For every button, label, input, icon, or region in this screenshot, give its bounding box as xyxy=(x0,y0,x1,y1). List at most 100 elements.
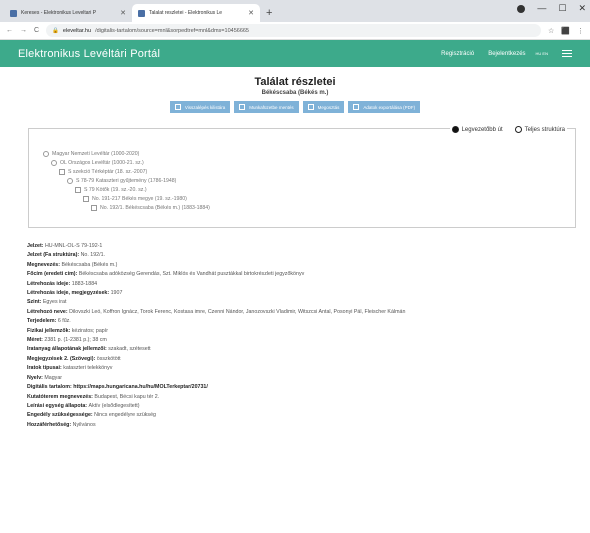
tree-node-label: OL Országos Levéltár (1000-21. sz.) xyxy=(60,159,144,166)
page-title: Találat részletei xyxy=(254,76,336,88)
detail-value: No. 192/1. xyxy=(80,252,106,259)
detail-label: Engedély szükségessége: xyxy=(27,412,95,419)
close-tab-icon[interactable]: ✕ xyxy=(120,9,126,17)
tree-node-label: Magyar Nemzeti Levéltár (1000-2020) xyxy=(52,150,140,157)
collapse-circle-icon[interactable] xyxy=(67,177,73,184)
detail-row: Nyelv: Magyar xyxy=(27,374,577,383)
tree-node[interactable]: S 78-79 Kataszteri gyűjtemény (1786-1948… xyxy=(43,176,210,185)
collapse-circle-icon[interactable] xyxy=(43,150,49,157)
detail-value: 6 fűz. xyxy=(57,318,71,325)
star-icon[interactable]: ☆ xyxy=(548,27,554,35)
detail-label: Digitális tartalom: xyxy=(27,384,74,391)
detail-value: 1907 xyxy=(110,290,123,297)
folder-icon[interactable] xyxy=(91,204,97,211)
language-switch[interactable]: HU EN xyxy=(536,51,548,56)
detail-label: Létrehozás ideje: xyxy=(27,280,72,287)
detail-value: Budapest, Bécsi kapu tér 2. xyxy=(94,393,160,400)
collapse-circle-icon[interactable] xyxy=(51,159,57,166)
radio-lowest-path[interactable]: Legvezetőbb út xyxy=(451,126,503,133)
radio-label: Teljes struktúra xyxy=(524,126,565,133)
maximize-icon[interactable]: ☐ xyxy=(558,3,566,14)
tree-node[interactable]: Magyar Nemzeti Levéltár (1000-2020) xyxy=(43,149,210,158)
detail-value: szakadt, szétesett xyxy=(108,346,151,353)
reload-icon[interactable]: C xyxy=(34,27,39,34)
hierarchy-tree-box: Legvezetőbb út Teljes struktúra Magyar N… xyxy=(28,126,576,228)
close-tab-icon[interactable]: ✕ xyxy=(248,9,254,17)
detail-label: Fizikai jellemzők: xyxy=(27,327,72,334)
hamburger-menu-icon[interactable] xyxy=(562,49,572,58)
url-input[interactable]: 🔒 eleveltar.hu/digitalis-tartalom/source… xyxy=(46,24,541,37)
back-icon[interactable]: ← xyxy=(6,27,13,34)
detail-label: Főcím (eredeti cím): xyxy=(27,271,79,278)
button-label: Adatok exportálása (PDF) xyxy=(363,104,416,110)
detail-row: Létrehozás ideje, megjegyzések: 1907 xyxy=(27,289,577,298)
tree-node[interactable]: S 79 Kötők (19. sz.-20. sz.) xyxy=(43,185,210,194)
save-to-workbook-button[interactable]: Munkafüzetbe mentés xyxy=(234,101,299,113)
share-button[interactable]: Megosztás xyxy=(302,101,345,113)
detail-value: Nyilvános xyxy=(72,421,96,428)
radio-full-structure[interactable]: Teljes struktúra xyxy=(514,126,565,133)
tree-node-label: S 78-79 Kataszteri gyűjtemény (1786-1948… xyxy=(76,177,177,184)
detail-row: Szint: Egyes irat xyxy=(27,298,577,307)
detail-row: Fizikai jellemzők: kéziratos; papír xyxy=(27,327,577,336)
detail-label: Méret: xyxy=(27,337,45,344)
detail-row: Jelzet (Fa struktúra): No. 192/1. xyxy=(27,251,577,260)
profile-icon[interactable] xyxy=(517,5,526,13)
new-tab-icon[interactable]: + xyxy=(260,7,278,22)
tab-label: Kereses - Elektronikus Leveltari P xyxy=(21,10,97,16)
digital-content-link[interactable]: https://maps.hungaricana.hu/hu/MOLTerkep… xyxy=(73,384,208,390)
tree-node[interactable]: No. 192/1. Békéscsaba (Békés m.) (1883-1… xyxy=(43,203,210,212)
export-pdf-button[interactable]: Adatok exportálása (PDF) xyxy=(348,101,421,113)
detail-label: Iratanyag állapotának jellemzői: xyxy=(27,346,109,353)
detail-row: Létrehozás ideje: 1883-1884 xyxy=(27,280,577,289)
folder-icon[interactable] xyxy=(83,195,89,202)
detail-label: Terjedelem: xyxy=(27,318,58,325)
extension-icon[interactable]: ⬛ xyxy=(561,27,570,35)
detail-label: Megnevezés: xyxy=(27,261,62,268)
tree-node[interactable]: No. 191-217 Békés megye (19. sz.-1980) xyxy=(43,194,210,203)
detail-label: Szint: xyxy=(27,299,43,306)
detail-row: Létrehozó neve: Dilovszki Leó, Koffron I… xyxy=(27,308,577,317)
browser-tab-result[interactable]: Talalat reszletei - Elektronikus Le ✕ xyxy=(132,4,260,22)
tree-node-label: No. 192/1. Békéscsaba (Békés m.) (1883-1… xyxy=(100,204,210,211)
detail-value: Egyes irat xyxy=(42,299,67,306)
button-label: Megosztás xyxy=(317,104,340,110)
detail-value: 2381 p. (1-2381 p.); 38 cm xyxy=(44,337,107,344)
record-details: Jelzet: HU-MNL-OL-S 79-192-1 Jelzet (Fa s… xyxy=(27,242,590,430)
folder-icon[interactable] xyxy=(75,186,81,193)
detail-row: Hozzáférhetőség: Nyilvános xyxy=(27,421,577,430)
button-label: Visszalépés kilistára xyxy=(184,104,226,110)
tree-node-label: No. 191-217 Békés megye (19. sz.-1980) xyxy=(92,195,187,202)
share-icon xyxy=(307,104,314,110)
url-path: /digitalis-tartalom/source=mnl&sorpedtre… xyxy=(95,27,249,34)
close-window-icon[interactable]: ✕ xyxy=(578,3,586,14)
minimize-icon[interactable]: — xyxy=(537,3,546,14)
url-domain: eleveltar.hu xyxy=(62,27,92,34)
detail-value: Békéscsaba adóközség Gerendás, Szt. Mikl… xyxy=(78,271,305,278)
detail-row: Iratok típusai: kataszteri telekkönyv xyxy=(27,364,577,373)
detail-label: Kutatóterem megnevezés: xyxy=(27,393,95,400)
menu-dots-icon[interactable]: ⋮ xyxy=(577,27,584,35)
detail-value: Aktív (elsődlegesített) xyxy=(88,402,140,409)
lock-icon: 🔒 xyxy=(52,27,59,34)
detail-row: Iratanyag állapotának jellemzői: szakadt… xyxy=(27,345,577,354)
record-subtitle: Békéscsaba (Békés m.) xyxy=(261,90,329,96)
tree-node[interactable]: OL Országos Levéltár (1000-21. sz.) xyxy=(43,158,210,167)
radio-selected-icon xyxy=(451,126,459,133)
detail-label: Jelzet: xyxy=(27,243,45,249)
browser-tab-bar: Kereses - Elektronikus Leveltari P ✕ Tal… xyxy=(0,0,590,22)
detail-value: 1883-1884 xyxy=(71,280,98,287)
tab-label: Talalat reszletei - Elektronikus Le xyxy=(149,10,223,16)
export-pdf-icon xyxy=(353,104,360,110)
detail-row: Főcím (eredeti cím): Békéscsaba adóközsé… xyxy=(27,270,577,279)
site-brand[interactable]: Elektronikus Levéltári Portál xyxy=(18,48,427,60)
tree-node[interactable]: S szekció Térképtár (18. sz.-2007) xyxy=(43,167,210,176)
back-to-list-button[interactable]: Visszalépés kilistára xyxy=(169,101,231,113)
register-link[interactable]: Regisztráció xyxy=(441,51,474,57)
forward-icon[interactable]: → xyxy=(20,27,27,34)
detail-value: Békéscsaba (Békés m.) xyxy=(61,261,118,268)
browser-tab-search[interactable]: Kereses - Elektronikus Leveltari P ✕ xyxy=(4,4,132,22)
radio-unselected-icon xyxy=(514,126,522,133)
folder-icon[interactable] xyxy=(59,168,65,175)
login-link[interactable]: Bejelentkezés xyxy=(488,51,525,57)
